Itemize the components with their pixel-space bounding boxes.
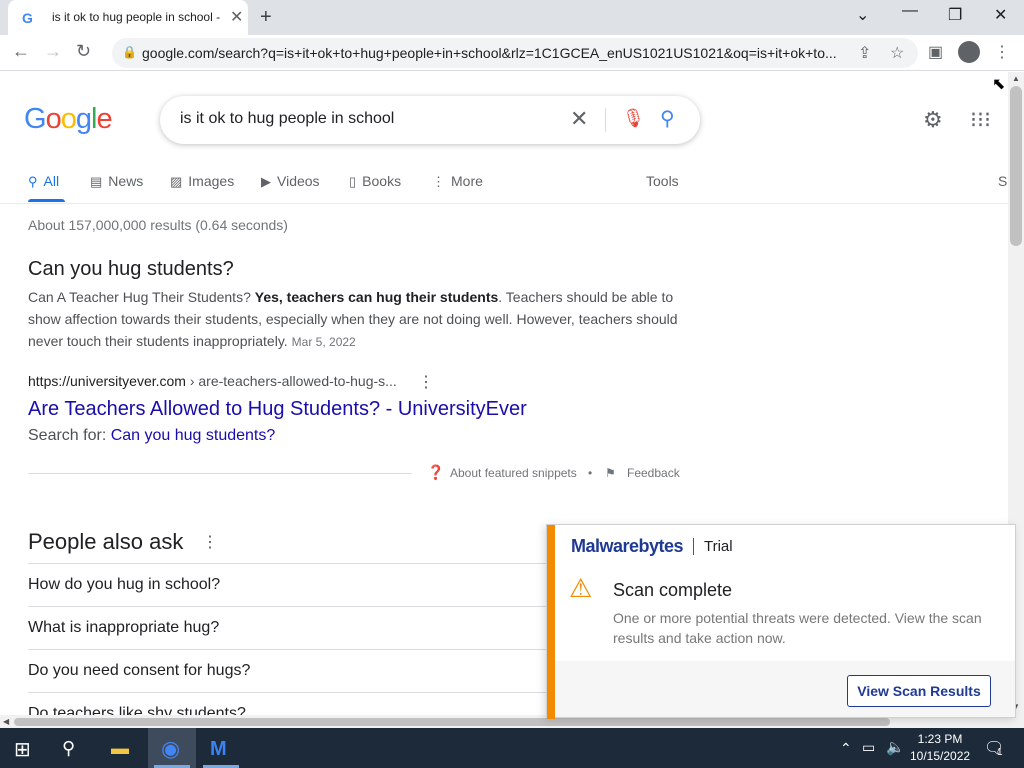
snippet-divider <box>28 473 412 474</box>
search-box[interactable]: is it ok to hug people in school ✕ 🎙 ⚲ <box>160 96 700 144</box>
clock-time: 1:23 PM <box>917 732 963 746</box>
people-also-ask-title: People also ask <box>28 529 184 554</box>
settings-gear-icon[interactable]: ⚙ <box>923 107 943 133</box>
tab-videos[interactable]: ▶ Videos <box>261 173 320 190</box>
result-menu-icon[interactable]: ⋮ <box>418 372 434 392</box>
more-vert-icon: ⋮ <box>432 174 445 189</box>
restore-button[interactable]: ❐ <box>948 5 962 25</box>
browser-toolbar: ← → ↻ 🔒 google.com/search?q=is+it+ok+to+… <box>0 35 1024 71</box>
bookmark-star-icon[interactable]: ☆ <box>890 43 904 63</box>
tab-title: is it ok to hug people in school - Googl… <box>52 10 222 24</box>
url-text[interactable]: google.com/search?q=is+it+ok+to+hug+peop… <box>142 45 852 61</box>
search-icon[interactable]: ⚲ <box>660 106 675 131</box>
side-panel-icon[interactable]: ▣ <box>928 42 943 62</box>
profile-avatar[interactable] <box>958 41 980 63</box>
edition-label: Trial <box>693 538 733 555</box>
tab-books[interactable]: ▯ Books <box>349 173 401 190</box>
malwarebytes-taskbar-icon[interactable]: M <box>210 738 227 761</box>
search-divider <box>605 108 606 132</box>
paa-menu-icon[interactable]: ⋮ <box>202 532 218 552</box>
clear-icon[interactable]: ✕ <box>570 106 588 132</box>
warning-icon: ⚠ <box>569 573 593 603</box>
cite-domain: https://universityever.com <box>28 373 186 389</box>
windows-start-icon[interactable]: ⊞ <box>14 737 31 762</box>
search-for-line: Search for: Can you hug students? <box>28 427 276 444</box>
snippet-date: Mar 5, 2022 <box>291 335 356 349</box>
taskbar-clock[interactable]: 1:23 PM 10/15/2022 <box>910 731 970 765</box>
search-input[interactable]: is it ok to hug people in school <box>180 110 394 128</box>
share-icon[interactable]: ⇪ <box>858 43 871 63</box>
mouse-cursor-icon: ⬉ <box>992 76 1006 93</box>
notification-accent-bar <box>547 525 555 719</box>
address-bar[interactable]: 🔒 google.com/search?q=is+it+ok+to+hug+pe… <box>112 38 918 68</box>
network-icon[interactable]: ▭ <box>862 739 875 756</box>
vertical-scroll-thumb[interactable] <box>1010 86 1022 246</box>
safesearch-button[interactable]: S <box>998 173 1007 189</box>
forward-icon[interactable]: → <box>44 41 62 62</box>
chrome-menu-icon[interactable]: ⋮ <box>994 42 1010 62</box>
microphone-icon[interactable]: 🎙 <box>622 108 645 129</box>
google-favicon-icon: G <box>22 10 33 26</box>
close-window-button[interactable]: ✕ <box>994 5 1007 25</box>
new-tab-button[interactable]: + <box>260 6 272 29</box>
cite-path: › are-teachers-allowed-to-hug-s... <box>185 373 397 389</box>
header-divider <box>0 203 1008 204</box>
search-icon: ⚲ <box>28 174 38 189</box>
about-snippets-link[interactable]: About featured snippets <box>450 466 577 480</box>
paa-question[interactable]: Do you need consent for hugs? <box>28 649 548 692</box>
feedback-link[interactable]: Feedback <box>627 466 680 480</box>
malwarebytes-logo: Malwarebytes <box>571 536 684 556</box>
bullet-separator: • <box>588 466 593 480</box>
tab-images[interactable]: ▨ Images <box>170 173 234 190</box>
browser-titlebar: G is it ok to hug people in school - Goo… <box>0 0 1024 35</box>
clock-date: 10/15/2022 <box>910 749 971 763</box>
tab-more[interactable]: ⋮ More <box>432 173 483 190</box>
chrome-icon[interactable]: ◉ <box>161 736 180 762</box>
back-icon[interactable]: ← <box>12 41 30 62</box>
result-link[interactable]: Are Teachers Allowed to Hug Students? - … <box>28 398 527 421</box>
feedback-icon: ⚑ <box>605 466 616 480</box>
scroll-up-icon[interactable]: ▲ <box>1012 74 1020 83</box>
reload-icon[interactable]: ↻ <box>76 41 91 62</box>
apps-grid-icon[interactable]: ⁝⁝⁝ <box>970 107 991 133</box>
search-icon[interactable]: ⚲ <box>62 738 75 759</box>
featured-question: Can you hug students? <box>28 258 234 280</box>
tools-button[interactable]: Tools <box>646 173 679 189</box>
tab-all[interactable]: ⚲ All <box>28 173 59 190</box>
paa-question[interactable]: What is inappropriate hug? <box>28 606 548 649</box>
show-hidden-icons-icon[interactable]: ⌃ <box>840 740 852 757</box>
lock-icon[interactable]: 🔒 <box>122 45 137 59</box>
google-logo[interactable]: Google <box>24 103 113 136</box>
volume-icon[interactable]: 🔈 <box>886 738 905 756</box>
search-for-link[interactable]: Can you hug students? <box>111 427 276 444</box>
active-tab-indicator <box>28 199 65 202</box>
malwarebytes-notification: Malwarebytes Trial ⚠ Scan complete One o… <box>546 524 1016 719</box>
help-icon: ❓ <box>427 464 445 480</box>
news-icon: ▤ <box>90 174 103 189</box>
result-cite[interactable]: https://universityever.com › are-teacher… <box>28 373 397 389</box>
browser-tab[interactable]: G is it ok to hug people in school - Goo… <box>8 0 248 35</box>
book-icon: ▯ <box>349 174 357 189</box>
notification-message: One or more potential threats were detec… <box>613 610 982 646</box>
result-stats: About 157,000,000 results (0.64 seconds) <box>28 217 288 233</box>
featured-snippet: Can A Teacher Hug Their Students? Yes, t… <box>28 289 678 349</box>
tab-search-icon[interactable]: ⌄ <box>856 5 869 25</box>
horizontal-scroll-thumb[interactable] <box>14 718 890 726</box>
paa-question[interactable]: Do teachers like shy students? <box>28 692 548 715</box>
paa-question[interactable]: How do you hug in school? <box>28 563 548 606</box>
file-explorer-icon[interactable]: ▬ <box>111 738 129 759</box>
tab-news[interactable]: ▤ News <box>90 173 143 190</box>
view-scan-results-button[interactable]: View Scan Results <box>847 675 991 707</box>
image-icon: ▨ <box>170 174 183 189</box>
minimize-button[interactable]: — <box>902 2 918 20</box>
scroll-left-icon[interactable]: ◀ <box>3 717 9 726</box>
notification-count: 1 <box>997 747 1003 758</box>
notification-title: Scan complete <box>613 580 733 600</box>
close-tab-icon[interactable]: ✕ <box>230 7 243 27</box>
video-icon: ▶ <box>261 174 271 189</box>
